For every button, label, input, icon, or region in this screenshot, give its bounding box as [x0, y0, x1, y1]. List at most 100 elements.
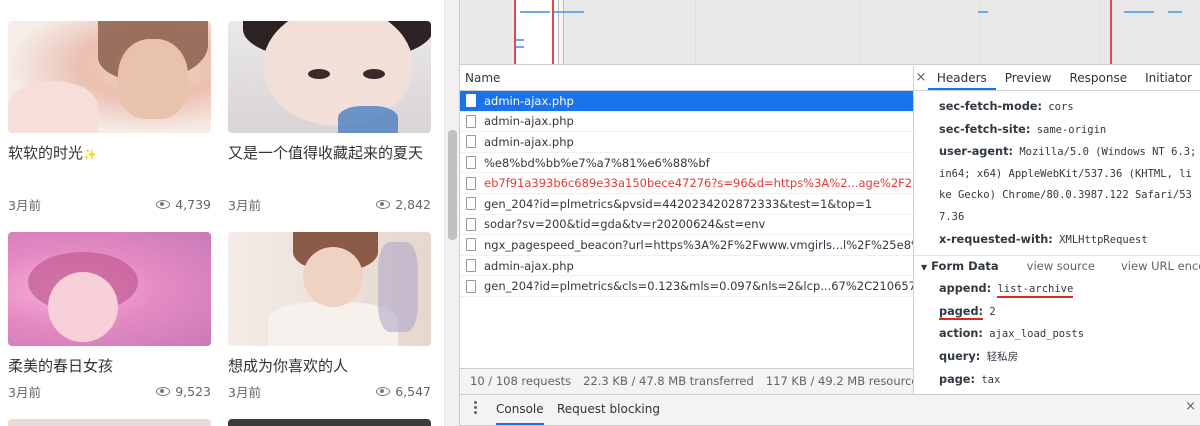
card-date: 3月前 [8, 385, 41, 400]
document-icon [466, 217, 476, 231]
resources-size: 117 KB / 49.2 MB resources [765, 374, 913, 388]
request-name: eb7f91a393b6c689e33a150bece47276?s=96&d=… [484, 176, 913, 191]
card-image[interactable] [228, 21, 431, 133]
page-scrollbar[interactable] [444, 0, 459, 426]
header-value-continuation: in64; x64) AppleWebKit/537.36 (KHTML, li [939, 167, 1192, 180]
card-meta: 3月前 6,547 [228, 382, 431, 401]
request-name: admin-ajax.php [484, 93, 574, 108]
request-row[interactable]: admin-ajax.php [460, 256, 913, 277]
view-source-link[interactable]: view source [1027, 259, 1095, 273]
request-row[interactable]: admin-ajax.php [460, 91, 913, 112]
form-field-row: paged: 2 [939, 304, 996, 320]
document-icon [466, 135, 476, 149]
request-name: sodar?sv=200&tid=gda&tv=r20200624&st=env [484, 217, 766, 232]
gallery-card[interactable]: 柔美的春日女孩 3月前 9,523 [8, 232, 211, 400]
header-row: x-requested-with: XMLHttpRequest [939, 232, 1148, 246]
document-icon [466, 114, 476, 128]
card-meta: 3月前 2,842 [228, 195, 431, 214]
header-value-continuation: 7.36 [939, 210, 965, 223]
network-overview-timeline[interactable] [460, 0, 1200, 65]
view-count: 6,547 [395, 384, 431, 399]
card-date: 3月前 [228, 385, 261, 400]
gallery-card[interactable]: 又是一个值得收藏起来的夏天 3月前 2,842 [228, 21, 431, 213]
eye-icon [376, 200, 391, 209]
request-name: admin-ajax.php [484, 134, 574, 149]
scrollbar-thumb[interactable] [448, 130, 457, 240]
request-row[interactable]: gen_204?id=plmetrics&pvsid=4420234202872… [460, 194, 913, 215]
gallery-card[interactable]: 想成为你喜欢的人 3月前 6,547 [228, 232, 431, 400]
document-icon [466, 156, 476, 170]
form-field-row: action: ajax_load_posts [939, 327, 1085, 341]
name-column-header[interactable]: Name [460, 66, 913, 91]
document-icon [466, 238, 476, 252]
card-title[interactable]: 想成为你喜欢的人 [228, 354, 431, 378]
card-image[interactable] [8, 21, 211, 133]
card-title[interactable]: 软软的时光✨ [8, 141, 211, 167]
tab-console[interactable]: Console [496, 395, 544, 425]
card-title[interactable]: 又是一个值得收藏起来的夏天 [228, 141, 428, 165]
header-value-continuation: ke Gecko) Chrome/80.0.3987.122 Safari/53 [939, 189, 1192, 202]
tab-headers[interactable]: Headers [927, 66, 996, 90]
card-date: 3月前 [228, 198, 261, 213]
card-image[interactable] [228, 232, 431, 346]
sparkle-icon: ✨ [83, 148, 97, 161]
document-icon [466, 279, 476, 293]
card-title[interactable]: 柔美的春日女孩 [8, 354, 211, 378]
view-count: 9,523 [175, 384, 211, 399]
card-views: 6,547 [376, 384, 431, 399]
request-name: gen_204?id=plmetrics&cls=0.123&mls=0.097… [484, 279, 913, 294]
card-image[interactable] [8, 232, 211, 346]
request-row[interactable]: sodar?sv=200&tid=gda&tv=r20200624&st=env [460, 215, 913, 236]
card-views: 9,523 [156, 384, 211, 399]
tab-request-blocking[interactable]: Request blocking [557, 395, 660, 423]
header-row: sec-fetch-mode: cors [939, 100, 1074, 113]
devtools-panel: Name admin-ajax.php admin-ajax.php admin-a… [459, 0, 1200, 426]
card-image-partial[interactable] [8, 419, 211, 426]
card-meta: 3月前 9,523 [8, 382, 211, 401]
eye-icon [376, 387, 391, 396]
document-icon [466, 197, 476, 211]
form-field-row: query: 轻私房 [939, 349, 1019, 363]
request-count: 10 / 108 requests [470, 374, 572, 388]
form-data-section-header[interactable]: ▼Form Dataview sourceview URL encoded [914, 255, 1200, 278]
eye-icon [156, 387, 171, 396]
form-field-row: page: tax [939, 372, 1001, 386]
document-icon [466, 259, 476, 273]
close-drawer-icon[interactable]: × [1185, 399, 1196, 414]
transferred-size: 22.3 KB / 47.8 MB transferred [583, 374, 754, 388]
close-icon[interactable]: × [914, 66, 928, 90]
devtools-drawer: Console Request blocking × [460, 394, 1200, 426]
tab-preview[interactable]: Preview [996, 66, 1061, 90]
request-name: ngx_pagespeed_beacon?url=https%3A%2F%2Fw… [484, 237, 913, 252]
document-icon [466, 176, 476, 190]
eye-icon [156, 200, 171, 209]
card-views: 4,739 [156, 197, 211, 212]
request-name: gen_204?id=plmetrics&pvsid=4420234202872… [484, 196, 873, 211]
form-field-row: append: list-archive [914, 278, 1200, 301]
request-row[interactable]: eb7f91a393b6c689e33a150bece47276?s=96&d=… [460, 173, 913, 194]
request-details-pane: × Headers Preview Response Initiator sec… [914, 66, 1200, 394]
gallery-card[interactable]: 软软的时光✨ 3月前 4,739 [8, 21, 211, 213]
more-options-icon[interactable] [474, 401, 478, 415]
header-row: user-agent: Mozilla/5.0 (Windows NT 6.3;… [939, 145, 1200, 159]
card-meta: 3月前 4,739 [8, 195, 211, 214]
details-tabbar: × Headers Preview Response Initiator [914, 66, 1200, 91]
request-row[interactable]: gen_204?id=plmetrics&cls=0.123&mls=0.097… [460, 276, 913, 297]
header-row: sec-fetch-site: same-origin [939, 122, 1107, 136]
view-count: 4,739 [175, 197, 211, 212]
view-url-encoded-link[interactable]: view URL encoded [1121, 259, 1200, 273]
gallery-page: 软软的时光✨ 3月前 4,739 又是一个值得收藏起来的夏天 3月前 2,842… [0, 0, 444, 426]
card-views: 2,842 [376, 197, 431, 212]
request-list: admin-ajax.php admin-ajax.php admin-ajax.p… [460, 91, 913, 359]
request-row[interactable]: ngx_pagespeed_beacon?url=https%3A%2F%2Fw… [460, 235, 913, 256]
request-row[interactable]: admin-ajax.php [460, 112, 913, 133]
request-name: admin-ajax.php [484, 258, 574, 273]
expand-triangle-icon[interactable]: ▼ [921, 263, 927, 272]
request-name: %e8%bd%bb%e7%a7%81%e6%88%bf [484, 155, 710, 170]
tab-initiator[interactable]: Initiator [1136, 66, 1200, 90]
request-row[interactable]: admin-ajax.php [460, 132, 913, 153]
request-row[interactable]: %e8%bd%bb%e7%a7%81%e6%88%bf [460, 153, 913, 174]
network-status-bar: 10 / 108 requests 22.3 KB / 47.8 MB tran… [460, 368, 913, 394]
tab-response[interactable]: Response [1061, 66, 1137, 90]
card-image-partial[interactable] [228, 419, 431, 426]
